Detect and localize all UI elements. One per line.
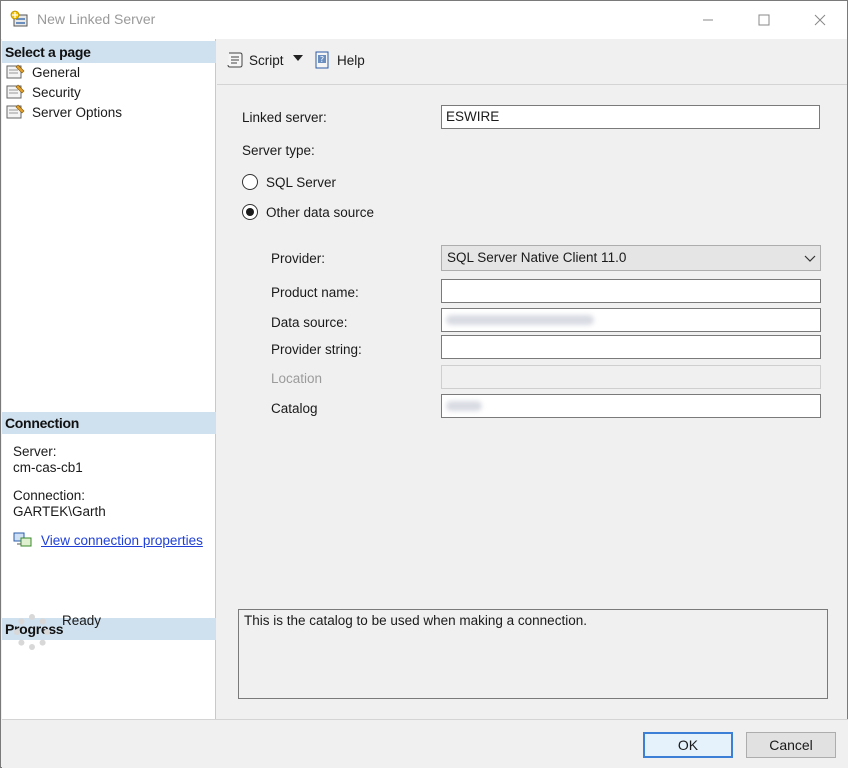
provider-label: Provider: bbox=[271, 251, 326, 266]
maximize-icon bbox=[758, 14, 770, 26]
title-bar: New Linked Server bbox=[1, 1, 847, 39]
close-icon bbox=[814, 14, 826, 26]
script-dropdown-button[interactable] bbox=[293, 55, 307, 61]
script-icon bbox=[227, 52, 243, 68]
page-item-label: Security bbox=[32, 84, 81, 100]
cancel-button[interactable]: Cancel bbox=[746, 732, 836, 758]
connection-label: Connection: bbox=[13, 488, 86, 503]
page-item-server-options[interactable]: Server Options bbox=[6, 102, 122, 122]
close-button[interactable] bbox=[797, 1, 843, 39]
server-value: cm-cas-cb1 bbox=[13, 460, 83, 475]
view-connection-properties-label: View connection properties bbox=[41, 532, 203, 548]
linked-server-label: Linked server: bbox=[242, 110, 327, 125]
progress-spinner-icon bbox=[14, 614, 50, 650]
data-source-input[interactable] bbox=[441, 308, 821, 332]
data-source-label: Data source: bbox=[271, 315, 348, 330]
provider-value: SQL Server Native Client 11.0 bbox=[447, 250, 627, 265]
new-linked-server-dialog: New Linked Server Select a page General bbox=[0, 0, 848, 768]
linked-server-input[interactable]: ESWIRE bbox=[441, 105, 820, 129]
help-label: Help bbox=[337, 52, 365, 68]
server-type-label: Server type: bbox=[242, 143, 315, 158]
svg-text:?: ? bbox=[320, 55, 324, 64]
progress-status: Ready bbox=[62, 613, 102, 628]
script-label: Script bbox=[249, 52, 284, 68]
maximize-button[interactable] bbox=[741, 1, 787, 39]
page-item-label: General bbox=[32, 64, 81, 80]
linked-server-icon bbox=[10, 10, 30, 30]
caret-down-icon bbox=[293, 55, 303, 61]
minimize-icon bbox=[703, 19, 713, 21]
page-wrench-icon bbox=[6, 84, 25, 99]
view-connection-properties-link[interactable]: View connection properties bbox=[13, 532, 203, 548]
product-name-label: Product name: bbox=[271, 285, 359, 300]
sql-server-radio-label: SQL Server bbox=[266, 174, 337, 190]
chevron-down-icon bbox=[804, 255, 816, 262]
page-wrench-icon bbox=[6, 104, 25, 119]
catalog-label: Catalog bbox=[271, 401, 318, 416]
script-button[interactable]: Script bbox=[225, 50, 284, 70]
radio-indicator-checked bbox=[242, 204, 258, 220]
other-data-source-radio-label: Other data source bbox=[266, 204, 375, 220]
page-item-security[interactable]: Security bbox=[6, 82, 81, 102]
dialog-footer: OK Cancel bbox=[2, 719, 848, 768]
description-panel: This is the catalog to be used when maki… bbox=[238, 609, 828, 699]
window-title: New Linked Server bbox=[37, 11, 156, 27]
provider-string-label: Provider string: bbox=[271, 342, 362, 357]
minimize-button[interactable] bbox=[685, 1, 731, 39]
provider-select[interactable]: SQL Server Native Client 11.0 bbox=[441, 245, 821, 271]
help-button[interactable]: ? Help bbox=[313, 50, 365, 70]
provider-string-input[interactable] bbox=[441, 335, 821, 359]
server-label: Server: bbox=[13, 444, 57, 459]
page-item-label: Server Options bbox=[32, 104, 123, 120]
help-icon: ? bbox=[315, 51, 329, 69]
select-page-header: Select a page bbox=[2, 41, 216, 63]
ok-button[interactable]: OK bbox=[643, 732, 733, 758]
location-label: Location bbox=[271, 371, 323, 386]
toolbar: Script ? Help bbox=[217, 39, 847, 85]
connection-value: GARTEK\Garth bbox=[13, 504, 106, 519]
sql-server-radio[interactable]: SQL Server bbox=[242, 174, 336, 190]
other-data-source-radio[interactable]: Other data source bbox=[242, 204, 374, 220]
page-wrench-icon bbox=[6, 64, 25, 79]
connection-properties-icon bbox=[13, 532, 32, 547]
left-pane: Select a page General Security Server Op… bbox=[2, 39, 216, 719]
redacted-value bbox=[446, 401, 482, 411]
connection-header: Connection bbox=[2, 412, 216, 434]
page-item-general[interactable]: General bbox=[6, 62, 80, 82]
location-input bbox=[441, 365, 821, 389]
product-name-input[interactable] bbox=[441, 279, 821, 303]
redacted-value bbox=[446, 315, 594, 325]
radio-indicator bbox=[242, 174, 258, 190]
catalog-input[interactable] bbox=[441, 394, 821, 418]
